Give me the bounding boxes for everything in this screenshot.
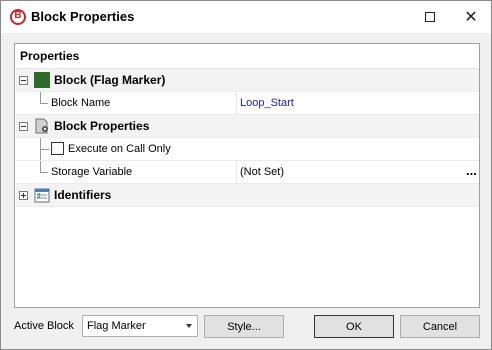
category-label: Block (Flag Marker) [54, 73, 166, 87]
category-label: Identifiers [54, 188, 112, 202]
collapse-icon[interactable] [19, 76, 28, 85]
property-row-storage-variable[interactable]: Storage Variable (Not Set) ... [16, 161, 479, 184]
browse-ellipsis-button[interactable]: ... [466, 163, 477, 178]
property-row-block-name[interactable]: Block Name Loop_Start [16, 92, 479, 115]
cancel-button[interactable]: Cancel [400, 315, 480, 338]
properties-panel: Properties Block (Flag Marker) Block Nam… [14, 43, 480, 308]
storage-variable-value[interactable]: (Not Set) [240, 166, 284, 178]
block-name-value[interactable]: Loop_Start [240, 97, 294, 109]
active-block-dropdown[interactable]: Flag Marker [82, 315, 198, 337]
property-label: Storage Variable [51, 166, 133, 178]
close-button[interactable]: ✕ [452, 1, 490, 33]
ok-button[interactable]: OK [314, 315, 394, 338]
property-row-execute-on-call[interactable]: Execute on Call Only [16, 138, 479, 161]
maximize-button[interactable] [411, 1, 449, 33]
close-icon: ✕ [464, 9, 478, 26]
maximize-icon [425, 12, 435, 22]
category-row-identifiers[interactable]: Identifiers [16, 184, 479, 207]
app-logo-glyph: B [14, 10, 22, 21]
title-bar[interactable]: B Block Properties ✕ [1, 1, 491, 33]
window-title: Block Properties [31, 9, 135, 24]
calendar-icon [34, 188, 50, 203]
execute-on-call-checkbox[interactable] [51, 142, 64, 155]
category-label: Block Properties [54, 119, 150, 133]
green-block-icon [34, 72, 50, 88]
style-button[interactable]: Style... [204, 315, 284, 338]
active-block-value: Flag Marker [87, 320, 146, 332]
block-settings-icon [35, 118, 48, 134]
active-block-label: Active Block [14, 320, 74, 332]
category-row-block[interactable]: Block (Flag Marker) [16, 69, 479, 92]
checkbox-label: Execute on Call Only [68, 143, 171, 155]
chevron-down-icon [186, 324, 192, 328]
expand-icon[interactable] [19, 191, 28, 200]
property-label: Block Name [51, 97, 111, 109]
category-row-block-properties[interactable]: Block Properties [16, 115, 479, 138]
panel-header: Properties [20, 49, 80, 63]
app-logo-icon: B [10, 9, 26, 25]
dialog-window: B Block Properties ✕ Properties Block (F… [0, 0, 492, 350]
collapse-icon[interactable] [19, 122, 28, 131]
